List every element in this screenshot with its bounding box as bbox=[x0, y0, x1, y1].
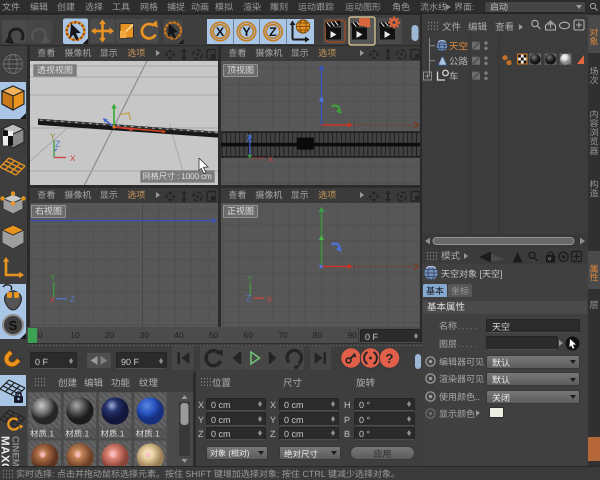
svg-text:Y: Y bbox=[50, 273, 56, 282]
svg-text:Z: Z bbox=[70, 294, 76, 304]
svg-text:Y: Y bbox=[242, 25, 251, 39]
svg-text:X: X bbox=[267, 295, 273, 304]
svg-text:材质.1: 材质.1 bbox=[30, 429, 54, 439]
svg-text:MAXON: MAXON bbox=[0, 436, 11, 466]
svg-text:X: X bbox=[216, 25, 225, 39]
svg-text:CINEMA: CINEMA bbox=[10, 436, 21, 466]
svg-text:Z: Z bbox=[246, 294, 252, 304]
svg-text:天空: 天空 bbox=[449, 41, 468, 53]
svg-text:Z: Z bbox=[55, 139, 61, 149]
svg-text:X: X bbox=[70, 154, 76, 163]
svg-text:车: 车 bbox=[449, 71, 459, 83]
svg-text:Z: Z bbox=[247, 134, 253, 144]
svg-text:?: ? bbox=[386, 351, 394, 366]
svg-text:公路: 公路 bbox=[449, 57, 469, 68]
svg-text:Z: Z bbox=[269, 25, 277, 39]
svg-text:X: X bbox=[268, 155, 274, 164]
svg-text:材质.1: 材质.1 bbox=[65, 429, 89, 439]
svg-text:X: X bbox=[50, 296, 56, 305]
svg-text:S: S bbox=[9, 318, 18, 333]
svg-text:Y: Y bbox=[247, 274, 253, 283]
svg-text:材质.1: 材质.1 bbox=[100, 429, 124, 439]
svg-text:材质.1: 材质.1 bbox=[136, 429, 160, 439]
